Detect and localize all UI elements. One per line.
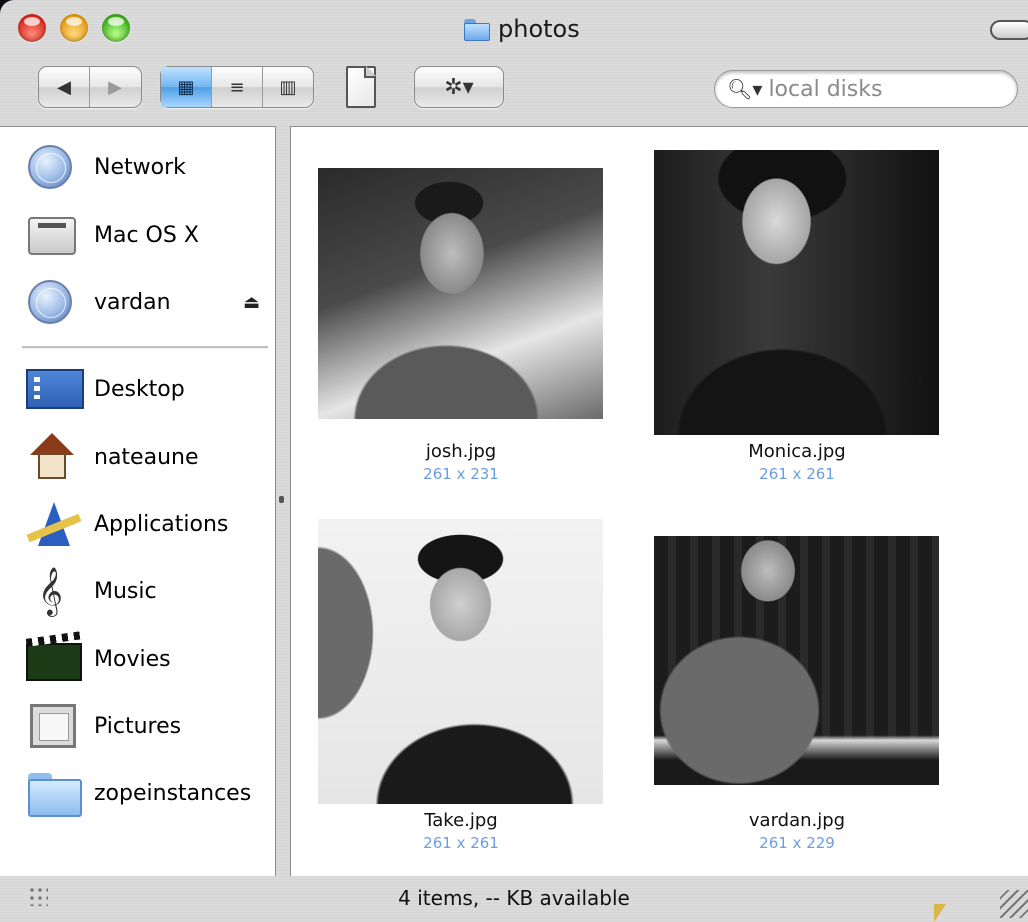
- file-icon-view[interactable]: josh.jpg 261 x 231 Monica.jpg 261 x 261 …: [290, 126, 1028, 876]
- minimize-button[interactable]: [60, 14, 88, 42]
- sidebar-divider: [22, 346, 268, 349]
- sidebar-item-vardan[interactable]: vardan ⏏: [24, 276, 272, 328]
- status-text: 4 items, -- KB available: [398, 886, 630, 910]
- sidebar-item-pictures[interactable]: Pictures: [24, 700, 272, 752]
- finder-window: photos ◀ ▶ ▦ ≡ ▥ ✲▾ 🔍︎▾ Network: [0, 0, 1028, 922]
- server-globe-icon: [24, 276, 84, 328]
- sidebar-item-label: Music: [94, 578, 157, 604]
- file-dimensions: 261 x 261: [759, 465, 835, 483]
- sidebar-item-label: Desktop: [94, 376, 185, 402]
- file-thumbnail-take[interactable]: [318, 519, 603, 804]
- sidebar-item-label: zopeinstances: [94, 780, 252, 806]
- search-icon[interactable]: 🔍︎▾: [727, 77, 762, 101]
- toolbar: ◀ ▶ ▦ ≡ ▥ ✲▾ 🔍︎▾: [0, 56, 1028, 122]
- view-mode-control: ▦ ≡ ▥: [160, 66, 314, 108]
- back-forward-control: ◀ ▶: [38, 66, 142, 108]
- back-arrow-icon: ◀: [57, 76, 71, 98]
- sidebar-item-mac-os-x[interactable]: Mac OS X: [24, 209, 272, 261]
- sidebar-item-label: Mac OS X: [94, 222, 199, 248]
- icon-view-icon: ▦: [177, 76, 195, 98]
- window-title: photos: [464, 14, 580, 44]
- zoom-button[interactable]: [102, 14, 130, 42]
- sidebar-item-label: Pictures: [94, 713, 182, 739]
- folder-icon: [24, 767, 84, 819]
- pictures-icon: [24, 700, 84, 752]
- sidebar-item-applications[interactable]: Applications: [24, 498, 272, 550]
- sidebar-item-label: vardan: [94, 289, 171, 315]
- folder-icon: [464, 17, 490, 41]
- movies-icon: [24, 633, 84, 685]
- sidebar-item-label: Network: [94, 154, 186, 180]
- forward-button[interactable]: ▶: [90, 67, 140, 107]
- eject-icon[interactable]: ⏏: [243, 292, 260, 313]
- home-icon: [24, 431, 84, 483]
- icon-view-button[interactable]: ▦: [161, 67, 212, 107]
- file-thumbnail-josh[interactable]: [318, 168, 603, 419]
- back-button[interactable]: ◀: [39, 67, 90, 107]
- sidebar-item-label: Applications: [94, 511, 229, 537]
- file-dimensions: 261 x 261: [423, 834, 499, 852]
- sidebar-item-label: Movies: [94, 646, 171, 672]
- sidebar-resize-handle[interactable]: [279, 496, 284, 503]
- cursor-icon: [934, 904, 946, 922]
- list-view-icon: ≡: [229, 76, 245, 98]
- status-bar: 4 items, -- KB available: [0, 876, 1028, 922]
- sidebar-item-network[interactable]: Network: [24, 141, 272, 193]
- forward-arrow-icon: ▶: [108, 76, 122, 98]
- sidebar-item-music[interactable]: 𝄞 Music: [24, 565, 272, 617]
- hard-disk-icon: [24, 209, 84, 261]
- list-view-button[interactable]: ≡: [212, 67, 263, 107]
- sidebar-item-label: nateaune: [94, 444, 199, 470]
- desktop-icon: [24, 363, 84, 415]
- gear-icon: ✲▾: [444, 74, 474, 100]
- column-view-icon: ▥: [279, 76, 297, 98]
- close-button[interactable]: [18, 14, 46, 42]
- resize-handle-icon[interactable]: [1000, 890, 1028, 918]
- file-thumbnail-vardan[interactable]: [654, 536, 939, 785]
- toolbar-toggle-button[interactable]: [990, 20, 1028, 40]
- music-icon: 𝄞: [38, 566, 63, 615]
- network-globe-icon: [24, 141, 84, 193]
- column-view-button[interactable]: ▥: [263, 67, 313, 107]
- document-button[interactable]: [342, 62, 380, 114]
- file-dimensions: 261 x 231: [423, 465, 499, 483]
- file-dimensions: 261 x 229: [759, 834, 835, 852]
- file-name[interactable]: vardan.jpg: [677, 810, 917, 831]
- file-name[interactable]: josh.jpg: [341, 441, 581, 462]
- applications-icon: [24, 498, 84, 550]
- sidebar: Network Mac OS X vardan ⏏ Desktop nateau…: [0, 126, 276, 876]
- search-input[interactable]: [766, 75, 1001, 103]
- sidebar-item-movies[interactable]: Movies: [24, 633, 272, 685]
- search-field[interactable]: 🔍︎▾: [714, 70, 1018, 108]
- sidebar-item-nateaune[interactable]: nateaune: [24, 431, 272, 483]
- window-title-label: photos: [498, 15, 580, 43]
- title-bar[interactable]: photos: [0, 0, 1028, 56]
- sidebar-item-zopeinstances[interactable]: zopeinstances: [24, 767, 272, 819]
- action-menu-button[interactable]: ✲▾: [414, 66, 504, 108]
- file-thumbnail-monica[interactable]: [654, 150, 939, 435]
- sidebar-item-desktop[interactable]: Desktop: [24, 363, 272, 415]
- file-name[interactable]: Monica.jpg: [677, 441, 917, 462]
- file-name[interactable]: Take.jpg: [341, 810, 581, 831]
